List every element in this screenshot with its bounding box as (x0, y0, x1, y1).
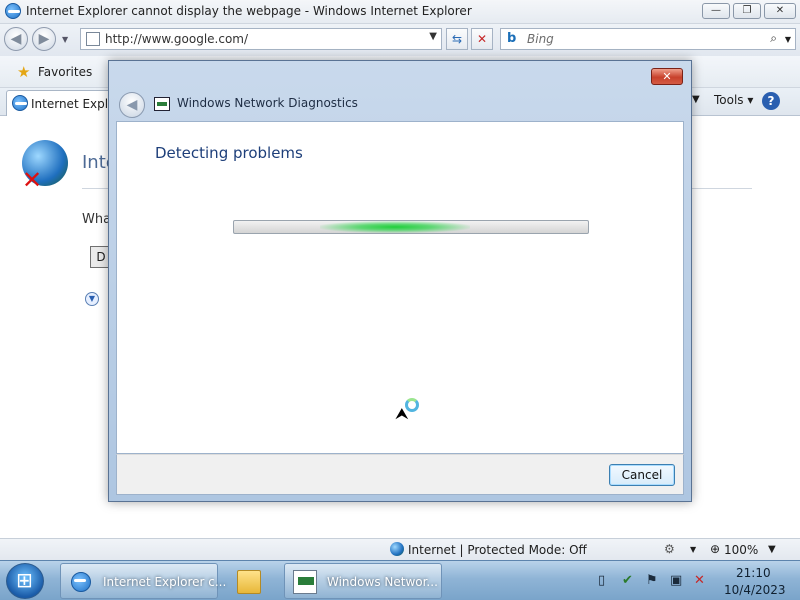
tab-ie-icon (12, 95, 28, 111)
address-bar[interactable]: http://www.google.com/ ▼ (80, 28, 442, 50)
search-icon[interactable]: ⌕ (770, 31, 777, 46)
shield-icon[interactable]: ✔ (622, 573, 633, 588)
search-box[interactable]: b Bing ⌕ ▼ (500, 28, 796, 50)
dialog-back-button[interactable]: ◀ (119, 92, 145, 118)
status-bar: Internet | Protected Mode: Off ⚙ ▼ ⊕ 100… (0, 538, 800, 560)
taskbar-item-label: Windows Networ... (327, 575, 438, 589)
favorites-button[interactable]: Favorites (38, 65, 92, 79)
security-zone-label[interactable]: Internet | Protected Mode: Off (408, 543, 587, 557)
recent-pages-chevron-icon[interactable]: ▼ (62, 35, 68, 44)
bing-icon: b (507, 31, 517, 46)
back-button[interactable]: ◀ (4, 27, 28, 51)
tools-menu[interactable]: Tools ▾ (714, 93, 753, 107)
network-icon[interactable]: ▣ (670, 573, 682, 588)
start-button[interactable] (6, 563, 44, 599)
error-x-icon: ✕ (22, 166, 43, 194)
zone-globe-icon (390, 542, 404, 556)
ie-icon (71, 572, 91, 592)
close-button[interactable]: ✕ (764, 3, 796, 19)
favorites-star-icon[interactable]: ★ (17, 63, 30, 81)
maximize-button[interactable]: ❐ (733, 3, 761, 19)
address-input[interactable]: http://www.google.com/ (105, 32, 248, 46)
network-diagnostics-icon (293, 570, 317, 594)
network-diagnostics-icon (154, 97, 170, 111)
browser-titlebar: Internet Explorer cannot display the web… (0, 0, 800, 24)
tab-label: Internet Explor (31, 97, 121, 111)
dialog-close-button[interactable]: ✕ (651, 68, 683, 85)
dialog-title: Windows Network Diagnostics (177, 96, 358, 110)
folder-icon (237, 570, 261, 594)
navigation-bar: ◀ ▶ ▼ http://www.google.com/ ▼ ⇆ ✕ b Bin… (0, 24, 800, 56)
progress-bar (233, 220, 589, 234)
dialog-body: Detecting problems ⮝ (116, 121, 684, 454)
ie-logo-icon (5, 3, 21, 19)
search-input[interactable]: Bing (527, 32, 554, 46)
minimize-button[interactable]: — (702, 3, 730, 19)
zoom-icon[interactable]: ⊕ (710, 542, 720, 556)
taskbar-item-ie[interactable]: Internet Explorer c... (60, 563, 226, 599)
cancel-button[interactable]: Cancel (609, 464, 675, 486)
dialog-footer: Cancel (116, 454, 684, 495)
taskbar: Internet Explorer c... Windows Networ...… (0, 560, 800, 600)
taskbar-item-explorer[interactable] (226, 563, 276, 599)
settings-chevron-icon[interactable]: ▼ (690, 545, 696, 554)
help-icon[interactable]: ? (762, 92, 780, 110)
taskbar-item-diagnostics[interactable]: Windows Networ... (284, 563, 442, 599)
busy-spinner-icon (405, 398, 419, 412)
page-menu-dropdown-icon[interactable]: ▼ (692, 94, 700, 105)
zoom-level[interactable]: 100% (724, 543, 758, 557)
clock-time[interactable]: 21:10 (736, 566, 771, 580)
volume-muted-icon[interactable]: ✕ (694, 573, 705, 588)
window-title: Internet Explorer cannot display the web… (26, 4, 472, 18)
search-options-chevron-icon[interactable]: ▼ (785, 35, 791, 44)
taskbar-item-label: Internet Explorer c... (103, 575, 227, 589)
forward-button[interactable]: ▶ (32, 27, 56, 51)
zoom-chevron-icon[interactable]: ▼ (768, 544, 776, 555)
more-info-chevron-icon[interactable]: ▼ (85, 292, 99, 306)
address-dropdown-icon[interactable]: ▼ (429, 31, 437, 42)
flag-icon[interactable]: ⚑ (646, 573, 658, 588)
clock-date[interactable]: 10/4/2023 (724, 583, 786, 597)
refresh-button[interactable]: ⇆ (446, 28, 468, 50)
dialog-heading: Detecting problems (155, 144, 303, 162)
stop-button[interactable]: ✕ (471, 28, 493, 50)
settings-icon[interactable]: ⚙ (664, 542, 675, 556)
tab-current[interactable]: Internet Explor (6, 90, 120, 116)
document-icon[interactable]: ▯ (598, 573, 605, 588)
page-icon (86, 32, 100, 46)
progress-marquee (320, 221, 470, 233)
network-diagnostics-dialog: ✕ ◀ Windows Network Diagnostics Detectin… (108, 60, 692, 502)
